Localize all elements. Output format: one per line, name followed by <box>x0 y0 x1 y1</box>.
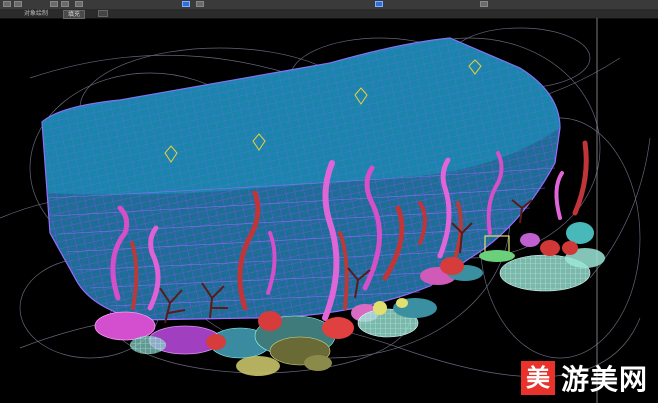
site-watermark: 美 游美网 <box>520 359 648 397</box>
render-icon[interactable] <box>480 1 488 7</box>
move-icon[interactable] <box>14 1 22 7</box>
rotate-icon[interactable] <box>50 1 58 7</box>
wireframe-viewport[interactable] <box>0 18 658 403</box>
scale-icon[interactable] <box>61 1 69 7</box>
object-paint-label: 对象绘制 <box>24 10 49 17</box>
watermark-text: 游美网 <box>560 363 648 396</box>
align-icon[interactable] <box>196 1 204 7</box>
layer-icon[interactable] <box>375 1 383 7</box>
rock-block <box>41 37 561 321</box>
select-icon[interactable] <box>3 1 11 7</box>
watermark-badge: 美 <box>520 361 555 395</box>
fill-options-dropdown[interactable] <box>98 10 108 17</box>
snap-icon[interactable] <box>75 1 83 7</box>
mirror-icon[interactable] <box>182 1 190 7</box>
